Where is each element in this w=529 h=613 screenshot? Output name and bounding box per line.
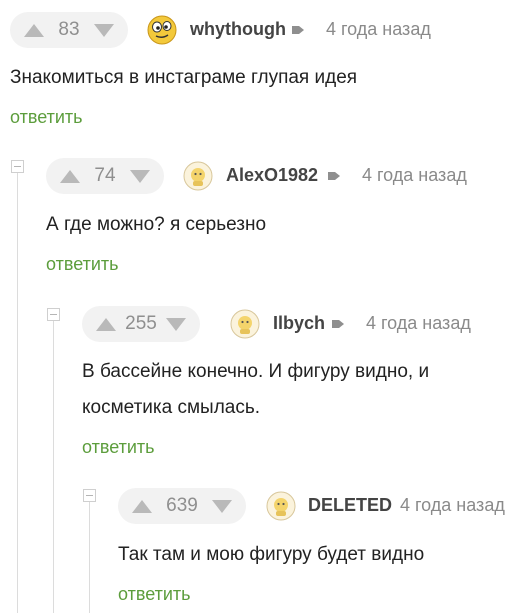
author-name[interactable]: Ilbych (273, 313, 325, 334)
collapse-thread-button[interactable] (11, 160, 24, 173)
downvote-arrow-icon[interactable] (129, 169, 150, 183)
score: 74 (94, 165, 116, 186)
tag-icon (292, 26, 304, 34)
collapse-thread-button[interactable] (83, 489, 96, 502)
vote-box: 639 (118, 488, 246, 524)
upvote-arrow-icon[interactable] (24, 23, 44, 37)
reply-link[interactable]: ответить (10, 107, 83, 128)
comment-text: косметика смылась. (82, 397, 261, 418)
timestamp: 4 года назад (366, 313, 471, 333)
default-avatar-icon[interactable] (266, 491, 296, 521)
score: 83 (58, 19, 80, 40)
timestamp: 4 года назад (362, 165, 467, 185)
reply-link[interactable]: ответить (118, 584, 191, 605)
downvote-arrow-icon[interactable] (211, 499, 232, 513)
timestamp: 4 года назад (400, 495, 505, 515)
timestamp: 4 года назад (326, 19, 431, 39)
tag-icon (328, 172, 340, 180)
reply-link[interactable]: ответить (46, 254, 119, 275)
downvote-arrow-icon[interactable] (165, 317, 186, 331)
score: 255 (125, 313, 157, 334)
thread-line (53, 320, 54, 613)
thread-line (17, 172, 18, 613)
comment-text: Знакомиться в инстаграме глупая идея (10, 67, 358, 88)
collapse-thread-button[interactable] (47, 308, 60, 321)
upvote-arrow-icon[interactable] (60, 169, 80, 183)
comment-text: А где можно? я серьезно (46, 214, 267, 235)
downvote-arrow-icon[interactable] (93, 23, 114, 37)
vote-box: 83 (10, 12, 128, 48)
score: 639 (166, 495, 198, 516)
author-name[interactable]: AlexO1982 (226, 165, 318, 186)
upvote-arrow-icon[interactable] (96, 317, 116, 331)
default-avatar-icon[interactable] (230, 309, 260, 339)
thread-line (89, 500, 90, 613)
vote-box: 255 (82, 306, 200, 342)
tag-icon (332, 320, 344, 328)
smiley-face-icon[interactable] (147, 15, 177, 45)
vote-box: 74 (46, 158, 164, 194)
comment-text: Так там и мою фигуру будет видно (118, 544, 425, 565)
author-name[interactable]: DELETED (308, 495, 392, 516)
author-name[interactable]: whythough (190, 19, 286, 40)
default-avatar-icon[interactable] (183, 161, 213, 191)
upvote-arrow-icon[interactable] (132, 499, 152, 513)
reply-link[interactable]: ответить (82, 437, 155, 458)
comment-text: В бассейне конечно. И фигуру видно, и (82, 361, 430, 382)
